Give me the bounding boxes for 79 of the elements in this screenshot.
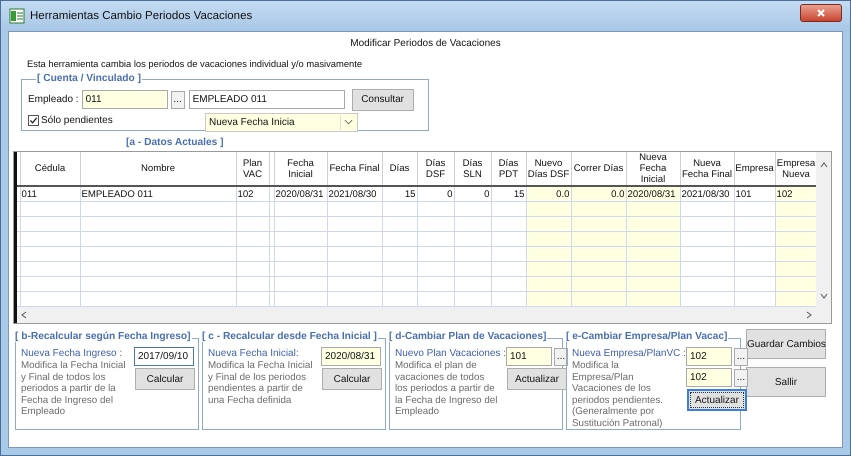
description-text: Modifica la Empresa/Plan Vacaciones de los periodos pendientes. (Generalmente por Sustitución Patronal) — [572, 360, 664, 430]
table-cell: 2020/08/31 — [626, 186, 680, 202]
column-header[interactable]: Nueva Fecha Inicial — [626, 152, 680, 186]
description-text: Modifica la Fecha Inicial y Final de los periodos pendientes a partir de una Fecha definida — [208, 360, 314, 406]
group-legend: [ b-Recalcular según Fecha Ingreso] — [14, 331, 192, 342]
input-field[interactable]: 101 — [506, 347, 552, 366]
table-cell: 2021/08/30 — [680, 186, 734, 202]
chevron-right-icon — [806, 311, 812, 319]
lookup-button[interactable]: ... — [734, 368, 748, 386]
chevron-left-icon — [21, 311, 27, 319]
close-button[interactable] — [800, 4, 842, 22]
description-text: Modifica el plan de vacaciones de todos los periodos a partir de la Fecha de Ingreso del Empleado — [395, 360, 498, 418]
column-header[interactable]: Empresa Nueva — [775, 152, 816, 186]
table-cell: 0.0 — [571, 186, 626, 202]
chevron-down-icon — [820, 293, 828, 299]
form-heading: Modificar Periodos de Vacaciones — [349, 38, 502, 51]
field-label: Nueva Fecha Inicial: — [208, 347, 300, 360]
table-cell: 101 — [734, 186, 775, 202]
consult-button[interactable]: Consultar — [352, 88, 414, 110]
exit-button[interactable]: Sallir — [746, 367, 826, 397]
column-header[interactable]: Días PDT — [491, 152, 526, 186]
table-cell: EMPLEADO 011 — [80, 186, 236, 202]
field-label: Empleado : — [28, 94, 79, 105]
column-header[interactable]: Cédula — [20, 152, 80, 186]
table-cell: 15 — [491, 186, 526, 202]
column-header[interactable]: Nombre — [80, 152, 236, 186]
table-cell: 011 — [20, 186, 80, 202]
calculate-button[interactable]: Calcular — [135, 368, 195, 390]
group-legend: [ e-Cambiar Empresa/Plan Vacac] — [565, 331, 728, 342]
update-button[interactable]: Actualizar — [507, 368, 567, 390]
description-text: Modifica la Fecha Inicial y Final de todos los periodos a partir de la Fecha de Ingreso del Empleado — [21, 360, 127, 418]
table-cell: 2020/08/31 — [274, 186, 327, 202]
column-header[interactable]: Días — [382, 152, 417, 186]
column-header[interactable]: Días DSF — [417, 152, 454, 186]
calculate-button[interactable]: Calcular — [322, 368, 382, 390]
chevron-down-icon — [344, 119, 353, 125]
table-cell: 0 — [454, 186, 491, 202]
mode-dropdown[interactable]: Nueva Fecha Inicia — [205, 112, 358, 132]
table-cell: 2021/08/30 — [327, 186, 382, 202]
input-field[interactable]: 2017/09/10 — [134, 347, 194, 366]
input-field[interactable]: 102 — [686, 368, 732, 387]
chevron-up-icon — [820, 162, 828, 168]
update-button[interactable]: Actualizar — [686, 389, 747, 411]
lookup-button[interactable]: ... — [170, 90, 185, 108]
lookup-button[interactable]: ... — [554, 348, 568, 366]
horizontal-scrollbar[interactable] — [17, 307, 816, 323]
column-header[interactable]: Fecha Inicial — [274, 152, 327, 186]
description-text: Esta herramienta cambia los periodos de vacaciones individual y/o masivamente — [27, 58, 364, 71]
column-header[interactable]: Fecha Final — [327, 152, 382, 186]
vertical-scrollbar[interactable] — [816, 152, 831, 323]
group-legend: [ d-Cambiar Plan de Vacaciones] — [388, 331, 548, 342]
input-field[interactable]: 2020/08/31 — [321, 347, 381, 366]
column-header[interactable]: Correr Días — [571, 152, 626, 186]
employee-code-field[interactable]: 011 — [82, 90, 168, 109]
field-label: Nueva Empresa/PlanVC : — [572, 347, 686, 360]
column-header[interactable]: Plan VAC — [236, 152, 269, 186]
save-button[interactable]: Guardar Cambios — [746, 329, 826, 359]
spreadsheet-icon — [9, 8, 25, 24]
field-label: Nueva Fecha Ingreso : — [21, 347, 124, 360]
column-header[interactable]: Nueva Fecha Final — [680, 152, 734, 186]
table-cell: 102 — [775, 186, 816, 202]
table-cell: 15 — [382, 186, 417, 202]
field-label: Nuevo Plan Vacaciones : — [395, 347, 506, 360]
close-icon — [816, 8, 826, 18]
check-icon — [29, 116, 38, 124]
lookup-button[interactable]: ... — [734, 348, 748, 366]
column-header[interactable]: Nuevo Días DSF — [526, 152, 571, 186]
column-header[interactable]: Empresa — [734, 152, 775, 186]
pending-checkbox[interactable]: Sólo pendientes — [28, 114, 180, 126]
employee-name-field[interactable]: EMPLEADO 011 — [188, 90, 345, 109]
table-cell: 0.0 — [526, 186, 571, 202]
group-legend: [a - Datos Actuales ] — [125, 137, 225, 148]
input-field[interactable]: 102 — [686, 347, 732, 366]
group-legend: [ Cuenta / Vinculado ] — [36, 73, 142, 84]
table-cell: 102 — [236, 186, 269, 202]
group-legend: [ c - Recalcular desde Fecha Inicial ] — [201, 331, 378, 342]
column-header[interactable]: Días SLN — [454, 152, 491, 186]
table-cell: 0 — [417, 186, 454, 202]
window-title: Herramientas Cambio Periodos Vacaciones — [30, 10, 254, 22]
